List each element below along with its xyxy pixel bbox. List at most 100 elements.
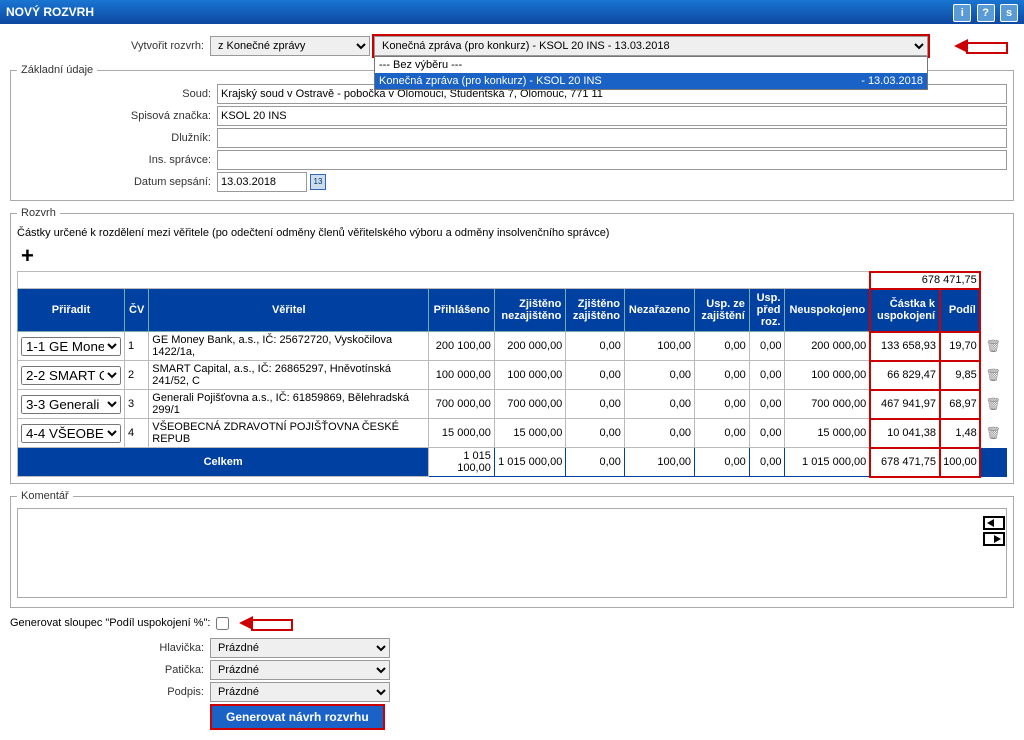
generate-button[interactable]: Generovat návrh rozvrhu xyxy=(210,704,385,730)
paticka-label: Patička: xyxy=(10,664,210,676)
comment-arrow-left-icon[interactable] xyxy=(983,516,1005,530)
zjn-cell: 15 000,00 xyxy=(494,419,565,448)
komentar-textarea[interactable] xyxy=(17,508,1007,598)
veritel-cell: VŠEOBECNÁ ZDRAVOTNÍ POJIŠŤOVNA ČESKÉ REP… xyxy=(149,419,429,448)
pd-cell: 68,97 xyxy=(940,390,981,419)
trash-cell: 🗑 xyxy=(980,361,1006,390)
totals-upr: 0,00 xyxy=(749,448,785,477)
prihl-cell: 15 000,00 xyxy=(429,419,495,448)
col-nezarazeno: Nezařazeno xyxy=(624,289,694,332)
komentar-fieldset: Komentář xyxy=(10,490,1014,608)
priradit-cell[interactable]: 3-3 Generali Poj xyxy=(18,390,125,419)
ck-cell: 66 829,47 xyxy=(870,361,940,390)
neu-cell: 100 000,00 xyxy=(785,361,870,390)
neu-cell: 700 000,00 xyxy=(785,390,870,419)
hlavicka-select[interactable]: Prázdné xyxy=(210,638,390,658)
source-select[interactable]: z Konečné zprávy xyxy=(210,36,370,56)
col-prihlaseno: Přihlášeno xyxy=(429,289,495,332)
trash-cell: 🗑 xyxy=(980,390,1006,419)
comment-arrow-right-icon[interactable] xyxy=(983,532,1005,546)
priradit-cell[interactable]: 2-2 SMART Cap xyxy=(18,361,125,390)
totals-neu: 1 015 000,00 xyxy=(785,448,870,477)
dropdown-selected-option[interactable]: Konečná zpráva (pro konkurz) - KSOL 20 I… xyxy=(375,73,927,89)
prihl-cell: 200 100,00 xyxy=(429,332,495,361)
paticka-select[interactable]: Prázdné xyxy=(210,660,390,680)
help-icon[interactable]: ? xyxy=(977,4,995,22)
uze-cell: 0,00 xyxy=(695,361,750,390)
settings-icon[interactable]: s xyxy=(1000,4,1018,22)
create-label: Vytvořit rozvrh: xyxy=(10,40,210,52)
cv-cell: 1 xyxy=(125,332,149,361)
zjz-cell: 0,00 xyxy=(566,361,625,390)
upr-cell: 0,00 xyxy=(749,390,785,419)
dropdown-option-date: - 13.03.2018 xyxy=(861,75,923,87)
totals-zjz: 0,00 xyxy=(566,448,625,477)
col-veritel: Věřitel xyxy=(149,289,429,332)
podpis-select[interactable]: Prázdné xyxy=(210,682,390,702)
col-usp-ze: Usp. ze zajištění xyxy=(695,289,750,332)
uze-cell: 0,00 xyxy=(695,332,750,361)
target-select-wrap: Konečná zpráva (pro konkurz) - KSOL 20 I… xyxy=(372,34,930,58)
trash-icon[interactable]: 🗑 xyxy=(984,339,1003,353)
create-row: Vytvořit rozvrh: z Konečné zprávy Konečn… xyxy=(10,34,1014,58)
trash-cell: 🗑 xyxy=(980,332,1006,361)
trash-cell: 🗑 xyxy=(980,419,1006,448)
table-header-row: Přiřadit ČV Věřitel Přihlášeno Zjištěno … xyxy=(18,289,1007,332)
target-select[interactable]: Konečná zpráva (pro konkurz) - KSOL 20 I… xyxy=(374,36,928,56)
is-input[interactable] xyxy=(217,150,1007,170)
pd-cell: 19,70 xyxy=(940,332,981,361)
prihl-cell: 100 000,00 xyxy=(429,361,495,390)
totals-nez: 100,00 xyxy=(624,448,694,477)
veritel-cell: GE Money Bank, a.s., IČ: 25672720, Vysko… xyxy=(149,332,429,361)
pd-cell: 1,48 xyxy=(940,419,981,448)
ds-input[interactable] xyxy=(217,172,307,192)
sz-input[interactable] xyxy=(217,106,1007,126)
window-title: NOVÝ ROZVRH xyxy=(6,0,94,24)
rozvrh-table: Částka určená k rozdělení mezi zbývající… xyxy=(17,271,1007,477)
veritel-cell: SMART Capital, a.s., IČ: 26865297, Hněvo… xyxy=(149,361,429,390)
totals-ck: 678 471,75 xyxy=(870,448,940,477)
totals-label: Celkem xyxy=(18,448,429,477)
priradit-cell[interactable]: 1-1 GE Money B xyxy=(18,332,125,361)
calendar-icon[interactable]: 13 xyxy=(310,174,326,190)
col-zjz: Zjištěno zajištěno xyxy=(566,289,625,332)
trash-icon[interactable]: 🗑 xyxy=(984,368,1003,382)
is-label: Ins. správce: xyxy=(17,154,217,166)
ck-cell: 467 941,97 xyxy=(870,390,940,419)
col-usp-pred: Usp. před roz. xyxy=(749,289,785,332)
nez-cell: 0,00 xyxy=(624,419,694,448)
upr-cell: 0,00 xyxy=(749,419,785,448)
uze-cell: 0,00 xyxy=(695,419,750,448)
table-row: 1-1 GE Money B1GE Money Bank, a.s., IČ: … xyxy=(18,332,1007,361)
info-icon[interactable]: i xyxy=(953,4,971,22)
komentar-legend: Komentář xyxy=(17,490,73,502)
add-row-icon[interactable]: + xyxy=(21,243,34,269)
dl-input[interactable] xyxy=(217,128,1007,148)
table-row: 2-2 SMART Cap2SMART Capital, a.s., IČ: 2… xyxy=(18,361,1007,390)
dropdown-empty-option[interactable]: --- Bez výběru --- xyxy=(375,57,927,73)
cv-cell: 4 xyxy=(125,419,149,448)
zjn-cell: 100 000,00 xyxy=(494,361,565,390)
nez-cell: 0,00 xyxy=(624,390,694,419)
gen-col-label: Generovat sloupec "Podíl uspokojení %": xyxy=(10,617,210,629)
table-row: 4-4 VŠEOBECN4VŠEOBECNÁ ZDRAVOTNÍ POJIŠŤO… xyxy=(18,419,1007,448)
pd-cell: 9,85 xyxy=(940,361,981,390)
totals-uze: 0,00 xyxy=(695,448,750,477)
col-castka-k: Částka k uspokojení xyxy=(870,289,940,332)
zjn-cell: 700 000,00 xyxy=(494,390,565,419)
nez-cell: 0,00 xyxy=(624,361,694,390)
cv-cell: 3 xyxy=(125,390,149,419)
arrow-annotation-icon xyxy=(954,37,1014,55)
dropdown-option-label: Konečná zpráva (pro konkurz) - KSOL 20 I… xyxy=(379,75,602,87)
totals-row: Celkem 1 015 100,00 1 015 000,00 0,00 10… xyxy=(18,448,1007,477)
totals-prihl: 1 015 100,00 xyxy=(429,448,495,477)
trash-icon[interactable]: 🗑 xyxy=(984,426,1003,440)
gen-col-checkbox[interactable] xyxy=(216,617,229,630)
priradit-cell[interactable]: 4-4 VŠEOBECN xyxy=(18,419,125,448)
trash-icon[interactable]: 🗑 xyxy=(984,397,1003,411)
col-zjn: Zjištěno nezajištěno xyxy=(494,289,565,332)
window-titlebar: NOVÝ ROZVRH i ? s xyxy=(0,0,1024,24)
totals-zjn: 1 015 000,00 xyxy=(494,448,565,477)
dl-label: Dlužník: xyxy=(17,132,217,144)
target-dropdown-list: --- Bez výběru --- Konečná zpráva (pro k… xyxy=(374,56,928,90)
